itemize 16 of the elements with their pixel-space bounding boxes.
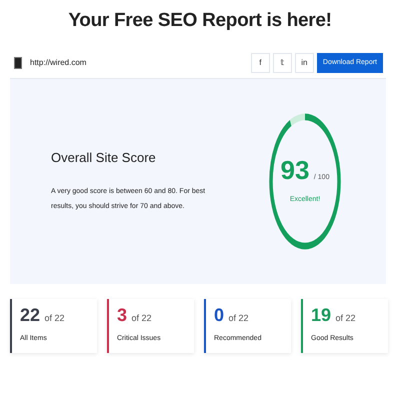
score-value: 93 [280, 155, 310, 186]
share-button[interactable]: f [250, 53, 270, 74]
summary-count: 19 [311, 304, 332, 325]
site-url: http://wired.com [30, 57, 86, 70]
site-favicon-icon [14, 57, 22, 70]
summary-total: of 22 [131, 312, 152, 323]
summary-total: of 22 [44, 312, 65, 323]
summary-total: of 22 [335, 312, 356, 323]
page-title: Your Free SEO Report is here! [67, 9, 333, 33]
share-button[interactable]: 𝕥 [272, 53, 292, 74]
summary-count: 0 [214, 304, 224, 325]
score-heading: Overall Site Score [51, 148, 157, 167]
summary-total: of 22 [228, 312, 248, 323]
share-button[interactable]: in [294, 53, 314, 74]
summary-count: 22 [20, 304, 40, 325]
summary-count: 3 [117, 304, 128, 325]
